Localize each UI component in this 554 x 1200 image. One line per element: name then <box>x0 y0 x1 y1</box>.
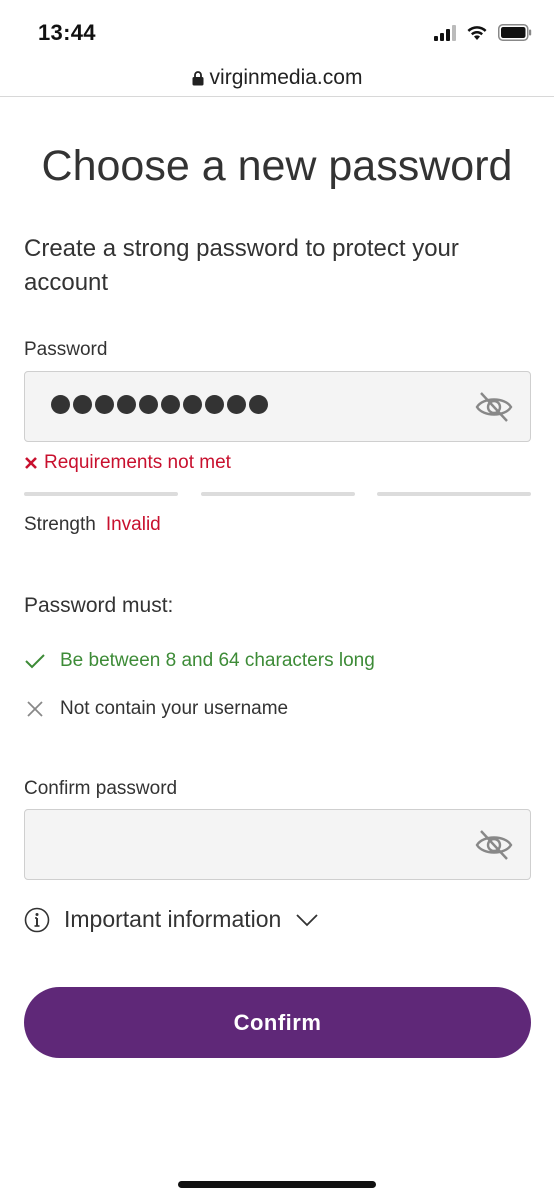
strength-indicator: Strength Invalid <box>24 514 161 536</box>
strength-meter <box>24 492 531 496</box>
password-input[interactable] <box>24 371 531 442</box>
info-icon <box>24 907 50 932</box>
password-dot <box>95 395 114 414</box>
password-dot <box>139 395 158 414</box>
confirm-password-input[interactable] <box>24 809 531 880</box>
wifi-icon <box>467 25 487 40</box>
lock-icon <box>192 70 204 85</box>
check-icon <box>25 654 45 669</box>
rules-heading: Password must: <box>24 594 174 617</box>
strength-segment <box>377 492 531 496</box>
important-information-toggle[interactable]: Important information <box>24 906 319 933</box>
password-dot <box>73 395 92 414</box>
battery-icon <box>498 24 532 41</box>
important-information-label: Important information <box>64 906 282 932</box>
rule-username-text: Not contain your username <box>60 698 289 719</box>
eye-off-icon[interactable] <box>474 388 514 426</box>
eye-off-icon[interactable] <box>474 826 514 864</box>
home-indicator <box>178 1181 376 1188</box>
page-subtitle: Create a strong password to protect your… <box>24 235 459 296</box>
password-dot <box>161 395 180 414</box>
password-masked-value <box>51 395 268 414</box>
url-divider <box>0 96 554 97</box>
strength-label: Strength <box>24 514 96 535</box>
password-dot <box>205 395 224 414</box>
signal-icon <box>434 24 456 41</box>
cross-icon <box>27 701 43 717</box>
status-time: 13:44 <box>38 20 96 45</box>
strength-segment <box>24 492 178 496</box>
password-dot <box>117 395 136 414</box>
password-dot <box>249 395 268 414</box>
password-dot <box>183 395 202 414</box>
rule-length-text: Be between 8 and 64 characters long <box>60 650 375 671</box>
password-dot <box>227 395 246 414</box>
rule-length: Be between 8 and 64 characters long <box>24 650 375 672</box>
status-icons <box>434 24 532 41</box>
strength-value: Invalid <box>105 514 161 535</box>
page-title: Choose a new password <box>41 142 513 190</box>
strength-segment <box>200 492 355 496</box>
confirm-button[interactable]: Confirm <box>24 987 531 1058</box>
url-text: virginmedia.com <box>209 66 363 89</box>
password-error-text: Requirements not met <box>44 452 231 473</box>
confirm-password-label: Confirm password <box>24 778 178 799</box>
error-cross-icon <box>25 457 37 469</box>
rule-username: Not contain your username <box>24 698 288 720</box>
confirm-password-field[interactable] <box>25 810 465 879</box>
url-bar[interactable]: virginmedia.com <box>0 60 554 96</box>
password-error: Requirements not met <box>24 452 231 474</box>
chevron-down-icon <box>296 913 318 926</box>
password-label: Password <box>24 339 108 360</box>
password-dot <box>51 395 70 414</box>
status-bar: 13:44 <box>0 0 554 60</box>
